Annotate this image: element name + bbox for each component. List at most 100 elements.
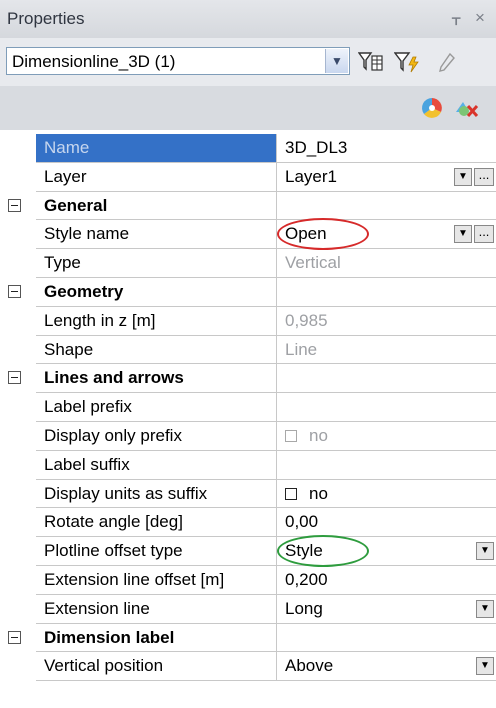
property-value[interactable]: Long ▼ bbox=[277, 595, 496, 624]
property-label: Vertical position bbox=[36, 652, 277, 682]
property-row[interactable]: Name 3D_DL3 bbox=[0, 134, 496, 163]
category-row[interactable]: Lines and arrows bbox=[0, 364, 496, 394]
property-value-text: no bbox=[309, 425, 328, 445]
dropdown-arrow-icon[interactable]: ▼ bbox=[454, 167, 472, 186]
property-row[interactable]: Type Vertical bbox=[0, 249, 496, 278]
ellipsis-button[interactable]: ... bbox=[474, 225, 494, 244]
dropdown-arrow-icon[interactable]: ▼ bbox=[476, 599, 494, 618]
property-label: Style name bbox=[36, 220, 277, 250]
pin-icon[interactable]: ᚁ bbox=[452, 8, 460, 28]
property-value[interactable]: Vertical bbox=[277, 249, 496, 278]
property-value-text: Line bbox=[285, 339, 318, 359]
highlighted-value: Open bbox=[277, 218, 369, 251]
row-gutter bbox=[0, 508, 36, 538]
property-label: Plotline offset type bbox=[36, 537, 277, 566]
close-icon[interactable]: × bbox=[475, 8, 485, 28]
property-value[interactable]: Line bbox=[277, 336, 496, 365]
property-row[interactable]: Extension line Long ▼ bbox=[0, 594, 496, 624]
filter-lightning-icon[interactable] bbox=[392, 49, 422, 75]
row-gutter bbox=[0, 364, 36, 394]
collapse-icon[interactable] bbox=[8, 630, 21, 644]
property-value[interactable]: Open ▼... bbox=[277, 218, 496, 251]
delete-multicolor-icon[interactable] bbox=[452, 94, 480, 122]
property-label: Label suffix bbox=[36, 450, 277, 480]
dropdown-arrow-icon[interactable]: ▼ bbox=[476, 542, 494, 561]
row-gutter bbox=[0, 594, 36, 624]
filter-table-icon[interactable] bbox=[356, 49, 386, 75]
property-value-text: Long bbox=[285, 598, 323, 618]
row-gutter bbox=[0, 565, 36, 595]
dropdown-arrow-icon[interactable]: ▼ bbox=[454, 225, 472, 244]
property-value[interactable]: Style ▼ bbox=[277, 535, 496, 568]
property-value bbox=[277, 278, 496, 307]
property-label: Shape bbox=[36, 335, 277, 365]
checkbox[interactable] bbox=[285, 429, 297, 442]
property-value[interactable]: 0,00 bbox=[277, 508, 496, 538]
property-value-text: 0,200 bbox=[285, 569, 328, 589]
property-value[interactable]: no bbox=[277, 480, 496, 509]
panel-title: Properties bbox=[7, 9, 85, 28]
row-gutter bbox=[0, 191, 36, 221]
row-gutter bbox=[0, 249, 36, 278]
property-value bbox=[277, 364, 496, 394]
row-gutter bbox=[0, 134, 36, 163]
row-gutter bbox=[0, 162, 36, 192]
property-row[interactable]: Layer Layer1 ▼... bbox=[0, 162, 496, 192]
property-value[interactable]: no bbox=[277, 422, 496, 451]
chevron-down-icon[interactable]: ▼ bbox=[325, 49, 348, 73]
category-row[interactable]: Geometry bbox=[0, 277, 496, 307]
property-value[interactable]: 3D_DL3 bbox=[277, 134, 496, 163]
category-row[interactable]: General bbox=[0, 191, 496, 221]
property-label: Display only prefix bbox=[36, 421, 277, 451]
property-row[interactable]: Display units as suffix no bbox=[0, 479, 496, 509]
category-label: Geometry bbox=[36, 277, 277, 307]
color-wheel-icon[interactable] bbox=[418, 94, 446, 122]
property-label: Display units as suffix bbox=[36, 479, 277, 509]
property-row[interactable]: Extension line offset [m] 0,200 bbox=[0, 565, 496, 595]
row-gutter bbox=[0, 537, 36, 566]
row-gutter bbox=[0, 479, 36, 509]
category-label: Dimension label bbox=[36, 623, 277, 653]
object-selector[interactable]: Dimensionline_3D (1) ▼ bbox=[6, 47, 350, 75]
row-gutter bbox=[0, 421, 36, 451]
property-label: Type bbox=[36, 249, 277, 278]
category-label: Lines and arrows bbox=[36, 364, 277, 394]
collapse-icon[interactable] bbox=[8, 198, 21, 212]
property-value-text: Vertical bbox=[285, 253, 341, 273]
dropdown-arrow-icon[interactable]: ▼ bbox=[476, 657, 494, 676]
property-row[interactable]: Label suffix bbox=[0, 450, 496, 480]
ellipsis-button[interactable]: ... bbox=[474, 167, 494, 186]
property-value[interactable] bbox=[277, 451, 496, 480]
property-value-text: 0,00 bbox=[285, 512, 319, 532]
property-row[interactable]: Label prefix bbox=[0, 393, 496, 422]
category-row[interactable]: Dimension label bbox=[0, 623, 496, 653]
collapse-icon[interactable] bbox=[8, 371, 21, 385]
property-row[interactable]: Vertical position Above ▼ bbox=[0, 652, 496, 682]
pencil-icon[interactable] bbox=[432, 49, 462, 75]
property-row[interactable]: Rotate angle [deg] 0,00 bbox=[0, 508, 496, 538]
property-value bbox=[277, 624, 496, 653]
property-row[interactable]: Shape Line bbox=[0, 335, 496, 365]
property-value[interactable]: 0,985 bbox=[277, 307, 496, 336]
property-row[interactable]: Display only prefix no bbox=[0, 421, 496, 451]
property-value[interactable]: Above ▼ bbox=[277, 652, 496, 682]
collapse-icon[interactable] bbox=[8, 284, 21, 298]
object-selector-bar: Dimensionline_3D (1) ▼ bbox=[0, 38, 496, 86]
row-gutter bbox=[0, 393, 36, 422]
property-value[interactable]: Layer1 ▼... bbox=[277, 163, 496, 192]
property-row[interactable]: Length in z [m] 0,985 bbox=[0, 306, 496, 336]
property-value-text: Above bbox=[285, 656, 334, 676]
property-label: Rotate angle [deg] bbox=[36, 508, 277, 538]
property-row[interactable]: Style name Open ▼... bbox=[0, 218, 496, 251]
checkbox[interactable] bbox=[285, 487, 297, 500]
property-row[interactable]: Plotline offset type Style ▼ bbox=[0, 535, 496, 568]
row-gutter bbox=[0, 623, 36, 653]
property-value-text: Layer1 bbox=[285, 166, 337, 186]
row-gutter bbox=[0, 335, 36, 365]
property-value[interactable] bbox=[277, 393, 496, 422]
row-gutter bbox=[0, 450, 36, 480]
object-selector-value: Dimensionline_3D (1) bbox=[12, 52, 176, 71]
row-gutter bbox=[0, 277, 36, 307]
title-bar: Properties ᚁ × bbox=[0, 0, 496, 39]
property-value[interactable]: 0,200 bbox=[277, 566, 496, 595]
